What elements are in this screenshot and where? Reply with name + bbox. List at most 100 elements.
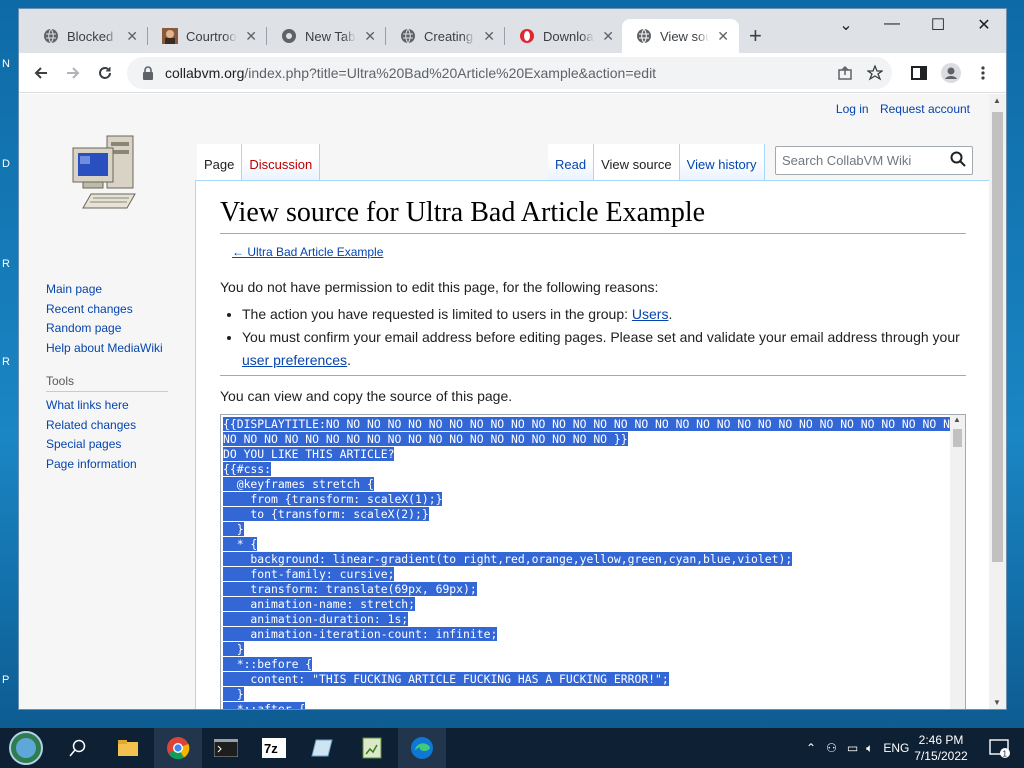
person-icon[interactable]: ⚇ — [826, 741, 837, 755]
sidebar-item-page-information[interactable]: Page information — [46, 455, 168, 475]
desktop-edge-icon: R — [2, 356, 10, 368]
close-tab-icon[interactable]: ✕ — [126, 28, 138, 45]
page-scrollbar[interactable]: ▲ ▼ — [989, 94, 1006, 709]
sidebar-item-related-changes[interactable]: Related changes — [46, 416, 168, 436]
sidebar-item-special-pages[interactable]: Special pages — [46, 435, 168, 455]
scroll-down-icon[interactable]: ▼ — [993, 698, 1001, 707]
start-button[interactable] — [2, 728, 50, 768]
browser-tab[interactable]: Creating U ✕ — [386, 19, 505, 53]
profile-icon[interactable] — [939, 61, 963, 85]
notepad-icon[interactable] — [348, 728, 396, 768]
sidebar-item-help[interactable]: Help about MediaWiki — [46, 339, 168, 359]
tab-discussion[interactable]: Discussion — [242, 144, 321, 180]
source-line: DO YOU LIKE THIS ARTICLE? — [223, 447, 395, 461]
tab-view-source[interactable]: View source — [594, 144, 680, 180]
chrome-icon — [281, 28, 297, 44]
bookmark-star-icon[interactable] — [865, 63, 885, 83]
close-tab-icon[interactable]: ✕ — [364, 28, 376, 45]
source-line: animation-iteration-count: infinite; — [223, 627, 498, 641]
scroll-up-icon[interactable]: ▲ — [993, 96, 1001, 105]
request-account-link[interactable]: Request account — [880, 102, 970, 116]
login-link[interactable]: Log in — [836, 102, 869, 116]
main-content: View source for Ultra Bad Article Exampl… — [195, 180, 990, 709]
close-window-button[interactable]: ✕ — [961, 15, 1006, 35]
network-icon[interactable]: ▭ — [847, 741, 858, 755]
notebook-icon[interactable] — [298, 728, 346, 768]
source-line: } — [223, 687, 244, 701]
browser-window: Blocked by ✕ Courtroom ✕ New Tab ✕ Creat… — [18, 8, 1007, 710]
volume-icon[interactable]: 🔈︎ — [866, 741, 873, 756]
browser-tab-active[interactable]: View source ✕ — [622, 19, 739, 53]
close-tab-icon[interactable]: ✕ — [602, 28, 614, 45]
source-code: {{DISPLAYTITLE:NO NO NO NO NO NO NO NO N… — [221, 415, 965, 709]
view-copy-text: You can view and copy the source of this… — [220, 388, 513, 404]
chrome-taskbar-icon[interactable] — [154, 728, 202, 768]
textarea-scrollbar[interactable]: ▲ — [950, 415, 965, 709]
forward-icon[interactable] — [61, 61, 85, 85]
source-line: NO NO NO NO NO NO NO NO NO NO NO NO NO N… — [223, 432, 628, 446]
personal-tools: Log in Request account — [828, 102, 970, 116]
share-icon[interactable] — [835, 63, 855, 83]
browser-tab[interactable]: Courtroom ✕ — [148, 19, 267, 53]
globe-icon — [636, 28, 652, 44]
reload-icon[interactable] — [93, 61, 117, 85]
terminal-icon[interactable] — [202, 728, 250, 768]
minimize-button[interactable]: — — [869, 15, 915, 33]
notifications-icon[interactable]: 1 — [976, 728, 1024, 768]
desktop-edge-icon: R — [2, 258, 10, 270]
avatar-icon — [162, 28, 178, 44]
users-group-link[interactable]: Users — [632, 306, 669, 322]
close-tab-icon[interactable]: ✕ — [483, 28, 495, 45]
source-line: font-family: cursive; — [223, 567, 395, 581]
back-icon[interactable] — [29, 61, 53, 85]
tab-strip: Blocked by ✕ Courtroom ✕ New Tab ✕ Creat… — [19, 9, 1006, 53]
list-item: The action you have requested is limited… — [242, 303, 965, 326]
search-input[interactable]: Search CollabVM Wiki — [775, 146, 973, 175]
side-panel-icon[interactable] — [907, 61, 931, 85]
source-line: background: linear-gradient(to right,red… — [223, 552, 793, 566]
tab-read[interactable]: Read — [548, 144, 595, 180]
lock-icon — [141, 66, 155, 80]
search-icon[interactable] — [54, 728, 102, 768]
source-line: } — [223, 642, 244, 656]
menu-kebab-icon[interactable] — [971, 61, 995, 85]
sidebar-item-main-page[interactable]: Main page — [46, 280, 168, 300]
sidebar-item-what-links-here[interactable]: What links here — [46, 396, 168, 416]
source-textarea[interactable]: {{DISPLAYTITLE:NO NO NO NO NO NO NO NO N… — [220, 414, 966, 709]
browser-tab[interactable]: New Tab ✕ — [267, 19, 386, 53]
sidebar-item-recent-changes[interactable]: Recent changes — [46, 300, 168, 320]
scroll-up-icon[interactable]: ▲ — [953, 415, 961, 424]
file-explorer-icon[interactable] — [104, 728, 152, 768]
browser-tab[interactable]: Blocked by ✕ — [29, 19, 148, 53]
sidebar-item-random-page[interactable]: Random page — [46, 319, 168, 339]
source-line: animation-name: stretch; — [223, 597, 416, 611]
taskbar: 7z ⌃ ⚇ ▭ 🔈︎ ENG 2:46 PM 7/15/2022 1 — [0, 728, 1024, 768]
list-item: You must confirm your email address befo… — [242, 326, 965, 372]
chevron-up-icon[interactable]: ⌃ — [806, 741, 816, 755]
view-tabs: Read View source View history — [548, 144, 765, 180]
tools-heading: Tools — [46, 374, 168, 392]
7zip-icon[interactable]: 7z — [250, 728, 298, 768]
svg-text:7z: 7z — [264, 741, 278, 756]
address-bar[interactable]: collabvm.org/index.php?title=Ultra%20Bad… — [127, 57, 892, 89]
tab-page[interactable]: Page — [197, 144, 243, 180]
clock[interactable]: 2:46 PM 7/15/2022 — [906, 732, 976, 764]
close-tab-icon[interactable]: ✕ — [245, 28, 257, 45]
globe-icon — [400, 28, 416, 44]
edge-icon[interactable] — [398, 728, 446, 768]
close-tab-icon[interactable]: ✕ — [717, 28, 729, 45]
maximize-button[interactable]: ☐ — [915, 15, 961, 35]
search-icon[interactable] — [950, 151, 966, 170]
backlink[interactable]: ← Ultra Bad Article Example — [232, 245, 383, 259]
svg-text:1: 1 — [1003, 750, 1008, 759]
site-logo[interactable] — [67, 132, 142, 222]
user-preferences-link[interactable]: user preferences — [242, 352, 347, 368]
tab-search-icon[interactable]: ⌄ — [823, 15, 869, 35]
tab-view-history[interactable]: View history — [679, 144, 765, 180]
namespace-tabs: Page Discussion — [197, 144, 321, 180]
desktop-edge-icon: P — [2, 674, 10, 686]
source-line: content: "THIS FUCKING ARTICLE FUCKING H… — [223, 672, 669, 686]
desktop-edge-icon: N — [2, 58, 10, 70]
new-tab-button[interactable]: + — [749, 25, 762, 47]
browser-tab[interactable]: Download ✕ — [505, 19, 624, 53]
